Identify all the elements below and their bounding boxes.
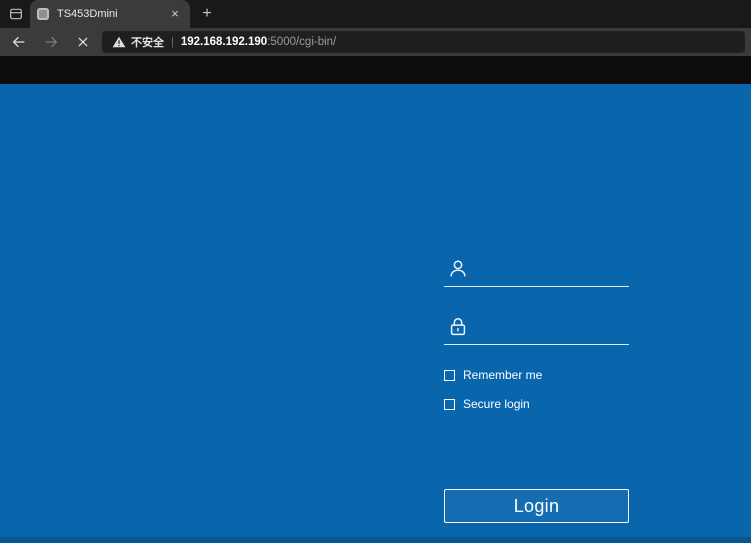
forward-button [40,32,62,52]
stop-button[interactable] [72,32,94,52]
remember-me-option[interactable]: Remember me [444,368,542,382]
browser-tab-bar: TS453Dmini × + [0,0,751,28]
new-tab-button[interactable]: + [197,4,217,24]
forward-arrow-icon [43,34,59,50]
tab-favicon-icon [37,8,49,20]
back-button[interactable] [8,32,30,52]
tab-actions-button[interactable] [5,4,27,24]
login-button[interactable]: Login [444,489,629,523]
tab-title: TS453Dmini [57,8,118,20]
back-arrow-icon [11,34,27,50]
stop-x-icon [76,35,90,49]
secure-login-checkbox[interactable] [444,398,455,410]
secure-login-option[interactable]: Secure login [444,397,530,411]
login-page: Remember me Secure login Login [0,84,751,543]
address-path: :5000/cgi-bin/ [267,36,337,48]
page-footer-strip [0,537,751,543]
bookmarks-bar [0,56,751,84]
remember-me-label[interactable]: Remember me [463,368,542,382]
password-field [444,308,629,345]
browser-tab[interactable]: TS453Dmini × [30,0,190,28]
not-secure-label[interactable]: 不安全 [131,34,164,50]
warning-triangle-icon [112,35,126,49]
user-icon [447,258,469,280]
browser-toolbar: 不安全 | 192.168.192.190 :5000/cgi-bin/ [0,28,751,56]
secure-login-label[interactable]: Secure login [463,397,530,411]
username-input[interactable] [478,262,624,284]
lock-icon [447,316,469,338]
address-bar[interactable]: 不安全 | 192.168.192.190 :5000/cgi-bin/ [102,31,745,53]
password-input[interactable] [478,320,624,342]
address-separator: | [171,36,174,48]
tab-close-icon[interactable]: × [167,6,183,22]
address-host: 192.168.192.190 [180,36,268,48]
username-field [444,250,629,287]
tab-actions-icon [8,6,24,22]
remember-me-checkbox[interactable] [444,369,455,381]
